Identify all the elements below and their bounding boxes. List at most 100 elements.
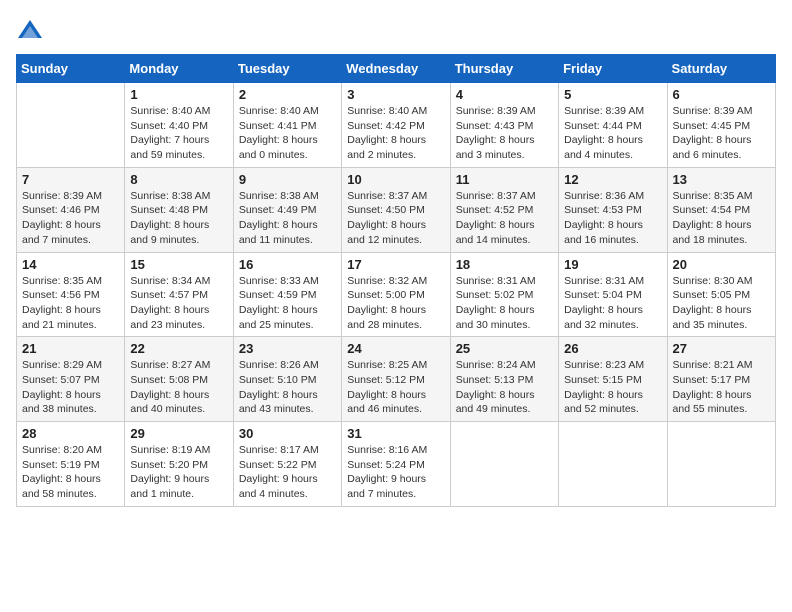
day-number: 15	[130, 257, 227, 272]
day-info: Sunrise: 8:16 AM Sunset: 5:24 PM Dayligh…	[347, 443, 444, 502]
calendar-cell	[17, 83, 125, 168]
day-info: Sunrise: 8:24 AM Sunset: 5:13 PM Dayligh…	[456, 358, 553, 417]
day-info: Sunrise: 8:30 AM Sunset: 5:05 PM Dayligh…	[673, 274, 770, 333]
weekday-header-monday: Monday	[125, 55, 233, 83]
calendar-cell: 17 Sunrise: 8:32 AM Sunset: 5:00 PM Dayli…	[342, 252, 450, 337]
day-info: Sunrise: 8:37 AM Sunset: 4:50 PM Dayligh…	[347, 189, 444, 248]
day-info: Sunrise: 8:19 AM Sunset: 5:20 PM Dayligh…	[130, 443, 227, 502]
weekday-header-row: SundayMondayTuesdayWednesdayThursdayFrid…	[17, 55, 776, 83]
day-info: Sunrise: 8:31 AM Sunset: 5:02 PM Dayligh…	[456, 274, 553, 333]
calendar-cell: 12 Sunrise: 8:36 AM Sunset: 4:53 PM Dayli…	[559, 167, 667, 252]
day-number: 12	[564, 172, 661, 187]
day-info: Sunrise: 8:29 AM Sunset: 5:07 PM Dayligh…	[22, 358, 119, 417]
calendar-cell: 5 Sunrise: 8:39 AM Sunset: 4:44 PM Daylig…	[559, 83, 667, 168]
day-number: 26	[564, 341, 661, 356]
weekday-header-thursday: Thursday	[450, 55, 558, 83]
day-info: Sunrise: 8:23 AM Sunset: 5:15 PM Dayligh…	[564, 358, 661, 417]
calendar-cell	[667, 422, 775, 507]
day-number: 9	[239, 172, 336, 187]
day-number: 21	[22, 341, 119, 356]
day-info: Sunrise: 8:40 AM Sunset: 4:40 PM Dayligh…	[130, 104, 227, 163]
day-info: Sunrise: 8:38 AM Sunset: 4:49 PM Dayligh…	[239, 189, 336, 248]
day-info: Sunrise: 8:32 AM Sunset: 5:00 PM Dayligh…	[347, 274, 444, 333]
calendar-week-4: 21 Sunrise: 8:29 AM Sunset: 5:07 PM Dayli…	[17, 337, 776, 422]
day-info: Sunrise: 8:21 AM Sunset: 5:17 PM Dayligh…	[673, 358, 770, 417]
calendar-cell: 10 Sunrise: 8:37 AM Sunset: 4:50 PM Dayli…	[342, 167, 450, 252]
calendar-cell: 18 Sunrise: 8:31 AM Sunset: 5:02 PM Dayli…	[450, 252, 558, 337]
calendar-body: 1 Sunrise: 8:40 AM Sunset: 4:40 PM Daylig…	[17, 83, 776, 507]
weekday-header-sunday: Sunday	[17, 55, 125, 83]
calendar-cell: 31 Sunrise: 8:16 AM Sunset: 5:24 PM Dayli…	[342, 422, 450, 507]
calendar-cell: 20 Sunrise: 8:30 AM Sunset: 5:05 PM Dayli…	[667, 252, 775, 337]
day-number: 19	[564, 257, 661, 272]
day-info: Sunrise: 8:40 AM Sunset: 4:41 PM Dayligh…	[239, 104, 336, 163]
calendar-cell	[559, 422, 667, 507]
day-number: 1	[130, 87, 227, 102]
calendar-cell: 13Sunrise: 8:35 AM Sunset: 4:54 PM Dayli…	[667, 167, 775, 252]
day-number: 20	[673, 257, 770, 272]
day-info: Sunrise: 8:38 AM Sunset: 4:48 PM Dayligh…	[130, 189, 227, 248]
calendar-cell: 24Sunrise: 8:25 AM Sunset: 5:12 PM Dayli…	[342, 337, 450, 422]
calendar-cell	[450, 422, 558, 507]
calendar-cell: 25 Sunrise: 8:24 AM Sunset: 5:13 PM Dayli…	[450, 337, 558, 422]
day-info: Sunrise: 8:39 AM Sunset: 4:44 PM Dayligh…	[564, 104, 661, 163]
day-info: Sunrise: 8:27 AM Sunset: 5:08 PM Dayligh…	[130, 358, 227, 417]
calendar-cell: 7 Sunrise: 8:39 AM Sunset: 4:46 PM Daylig…	[17, 167, 125, 252]
day-number: 5	[564, 87, 661, 102]
day-number: 3	[347, 87, 444, 102]
day-info: Sunrise: 8:17 AM Sunset: 5:22 PM Dayligh…	[239, 443, 336, 502]
calendar-cell: 23 Sunrise: 8:26 AM Sunset: 5:10 PM Dayli…	[233, 337, 341, 422]
calendar-cell: 2 Sunrise: 8:40 AM Sunset: 4:41 PM Daylig…	[233, 83, 341, 168]
day-info: Sunrise: 8:37 AM Sunset: 4:52 PM Dayligh…	[456, 189, 553, 248]
day-number: 2	[239, 87, 336, 102]
day-number: 23	[239, 341, 336, 356]
day-number: 16	[239, 257, 336, 272]
calendar-cell: 16 Sunrise: 8:33 AM Sunset: 4:59 PM Dayli…	[233, 252, 341, 337]
calendar-cell: 26 Sunrise: 8:23 AM Sunset: 5:15 PM Dayli…	[559, 337, 667, 422]
day-info: Sunrise: 8:36 AM Sunset: 4:53 PM Dayligh…	[564, 189, 661, 248]
day-number: 7	[22, 172, 119, 187]
calendar-table: SundayMondayTuesdayWednesdayThursdayFrid…	[16, 54, 776, 507]
calendar-week-1: 1 Sunrise: 8:40 AM Sunset: 4:40 PM Daylig…	[17, 83, 776, 168]
calendar-week-2: 7 Sunrise: 8:39 AM Sunset: 4:46 PM Daylig…	[17, 167, 776, 252]
weekday-header-tuesday: Tuesday	[233, 55, 341, 83]
day-number: 10	[347, 172, 444, 187]
day-number: 31	[347, 426, 444, 441]
logo	[16, 16, 48, 44]
day-number: 14	[22, 257, 119, 272]
day-info: Sunrise: 8:35 AM Sunset: 4:56 PM Dayligh…	[22, 274, 119, 333]
day-number: 6	[673, 87, 770, 102]
calendar-cell: 14 Sunrise: 8:35 AM Sunset: 4:56 PM Dayli…	[17, 252, 125, 337]
day-number: 29	[130, 426, 227, 441]
day-number: 13	[673, 172, 770, 187]
day-info: Sunrise: 8:33 AM Sunset: 4:59 PM Dayligh…	[239, 274, 336, 333]
calendar-cell: 11 Sunrise: 8:37 AM Sunset: 4:52 PM Dayli…	[450, 167, 558, 252]
day-number: 8	[130, 172, 227, 187]
calendar-cell: 19Sunrise: 8:31 AM Sunset: 5:04 PM Dayli…	[559, 252, 667, 337]
day-info: Sunrise: 8:26 AM Sunset: 5:10 PM Dayligh…	[239, 358, 336, 417]
day-number: 4	[456, 87, 553, 102]
day-number: 25	[456, 341, 553, 356]
page-header	[16, 16, 776, 44]
day-info: Sunrise: 8:39 AM Sunset: 4:45 PM Dayligh…	[673, 104, 770, 163]
weekday-header-saturday: Saturday	[667, 55, 775, 83]
calendar-cell: 4 Sunrise: 8:39 AM Sunset: 4:43 PM Daylig…	[450, 83, 558, 168]
day-info: Sunrise: 8:20 AM Sunset: 5:19 PM Dayligh…	[22, 443, 119, 502]
calendar-week-3: 14 Sunrise: 8:35 AM Sunset: 4:56 PM Dayli…	[17, 252, 776, 337]
calendar-cell: 8 Sunrise: 8:38 AM Sunset: 4:48 PM Daylig…	[125, 167, 233, 252]
day-number: 17	[347, 257, 444, 272]
calendar-cell: 29 Sunrise: 8:19 AM Sunset: 5:20 PM Dayli…	[125, 422, 233, 507]
day-info: Sunrise: 8:39 AM Sunset: 4:43 PM Dayligh…	[456, 104, 553, 163]
calendar-cell: 1 Sunrise: 8:40 AM Sunset: 4:40 PM Daylig…	[125, 83, 233, 168]
day-info: Sunrise: 8:39 AM Sunset: 4:46 PM Dayligh…	[22, 189, 119, 248]
calendar-cell: 6 Sunrise: 8:39 AM Sunset: 4:45 PM Daylig…	[667, 83, 775, 168]
calendar-cell: 30Sunrise: 8:17 AM Sunset: 5:22 PM Dayli…	[233, 422, 341, 507]
calendar-cell: 28Sunrise: 8:20 AM Sunset: 5:19 PM Dayli…	[17, 422, 125, 507]
calendar-cell: 3Sunrise: 8:40 AM Sunset: 4:42 PM Daylig…	[342, 83, 450, 168]
calendar-cell: 21 Sunrise: 8:29 AM Sunset: 5:07 PM Dayli…	[17, 337, 125, 422]
logo-icon	[16, 16, 44, 44]
weekday-header-friday: Friday	[559, 55, 667, 83]
calendar-cell: 27Sunrise: 8:21 AM Sunset: 5:17 PM Dayli…	[667, 337, 775, 422]
day-number: 18	[456, 257, 553, 272]
day-number: 11	[456, 172, 553, 187]
